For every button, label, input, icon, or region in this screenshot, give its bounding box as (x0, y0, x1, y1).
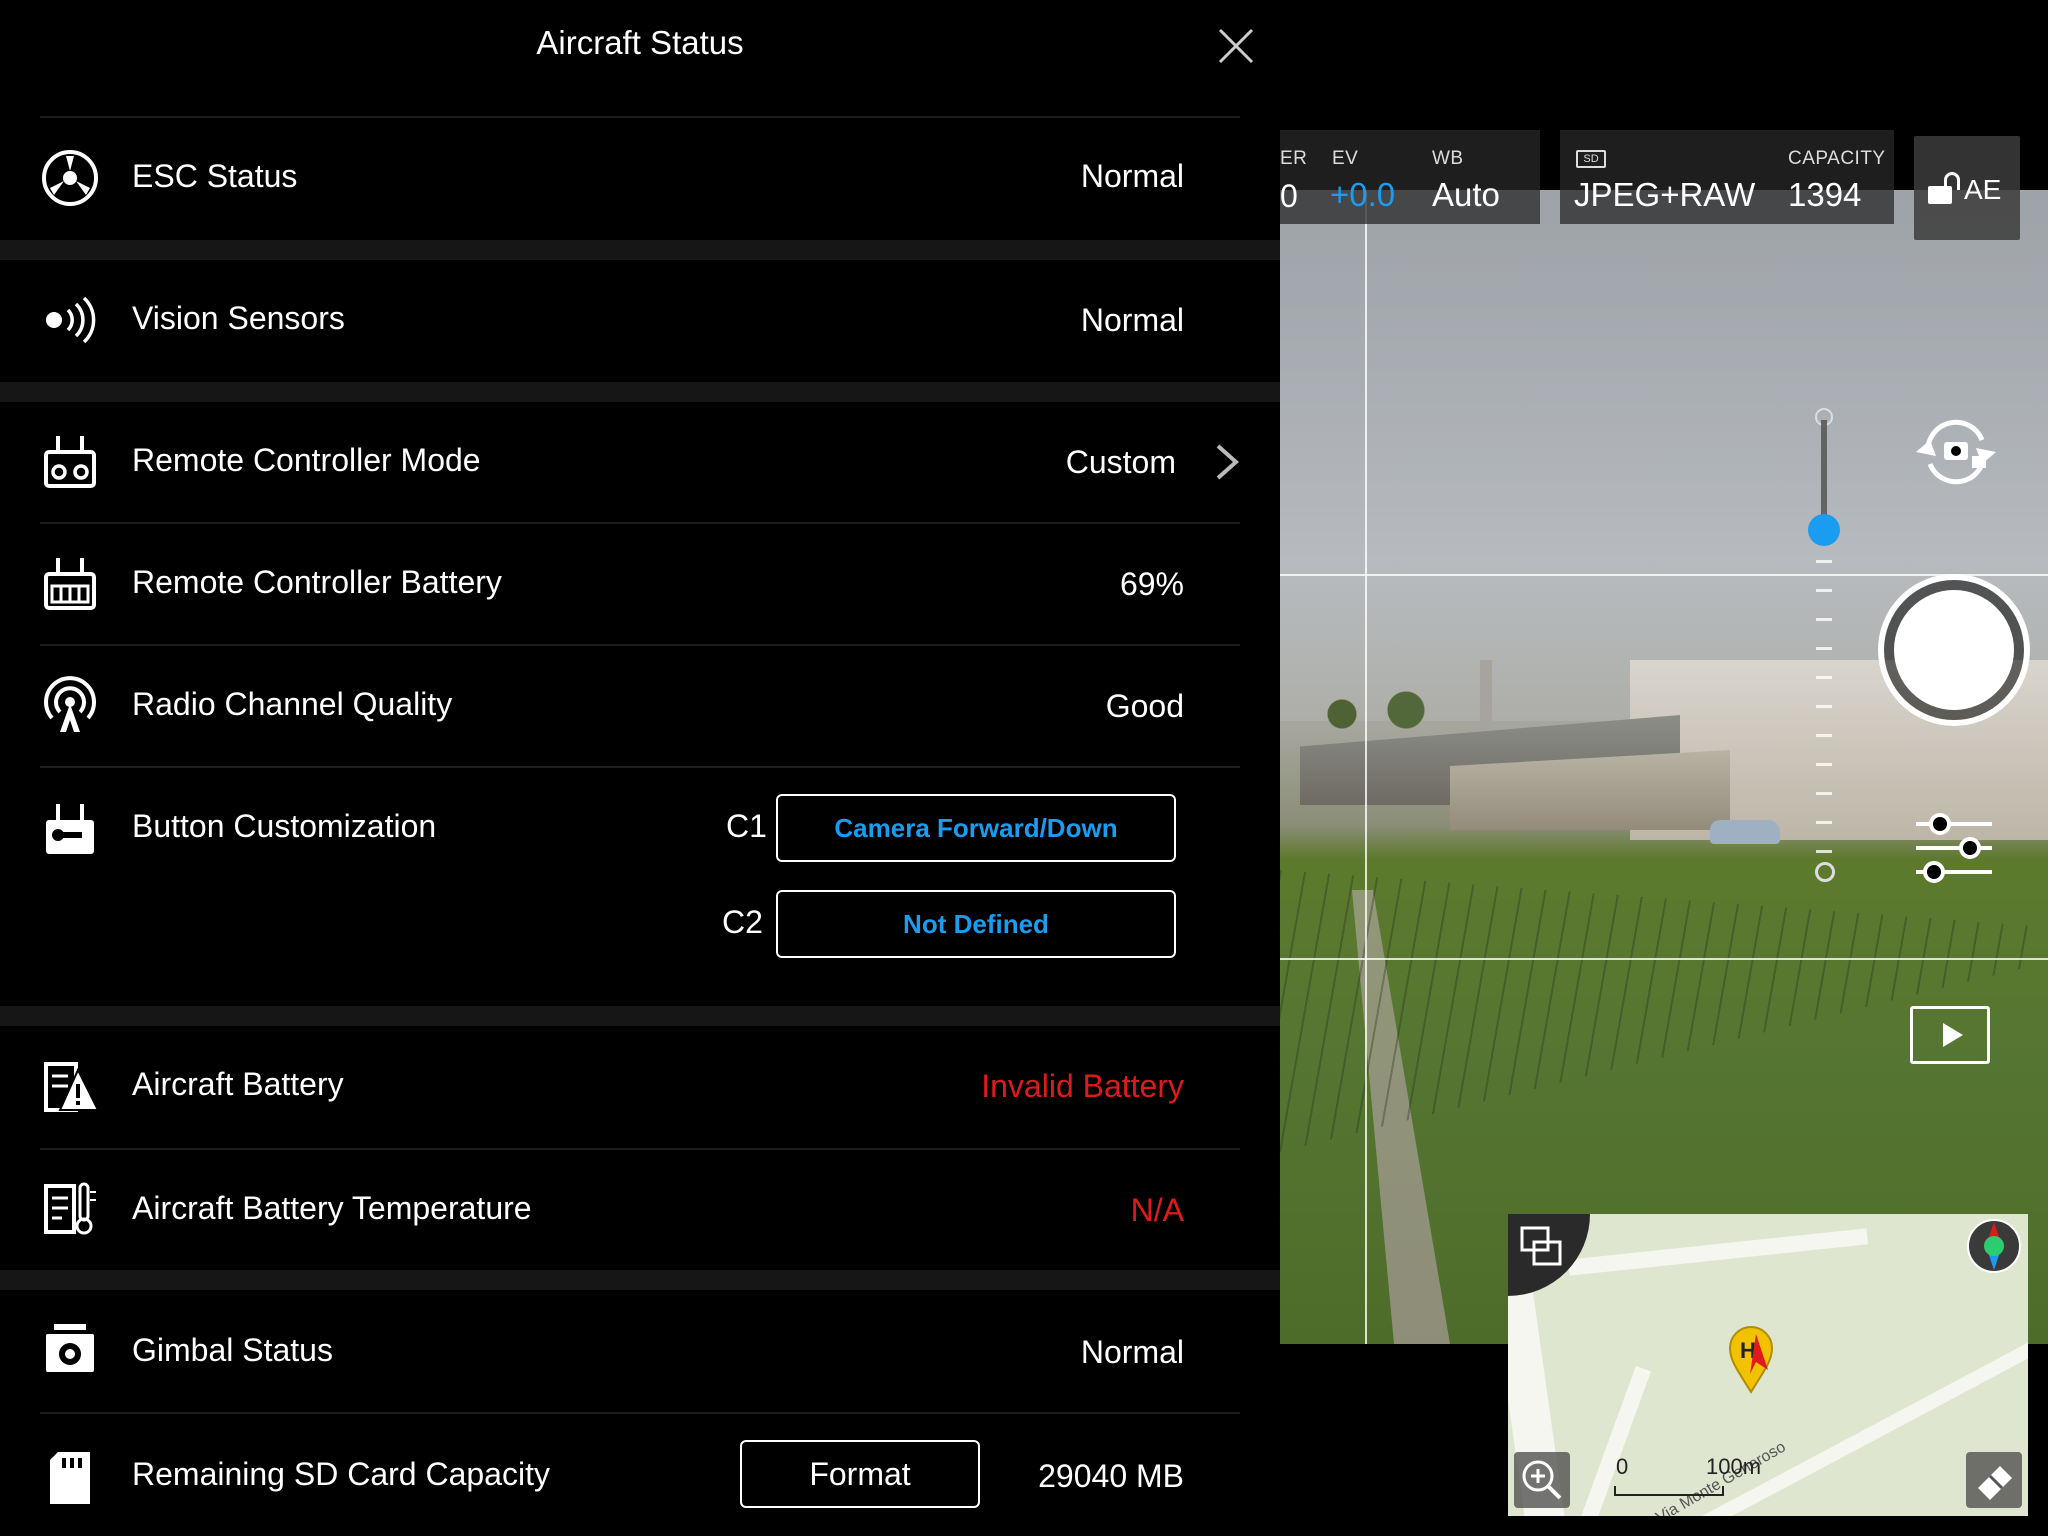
sd-card-row: Remaining SD Card Capacity 29040 MB (40, 1414, 1240, 1536)
sd-card-value: 29040 MB (1038, 1458, 1184, 1494)
rc-mode-value: Custom (1065, 444, 1176, 480)
settings-sliders-icon[interactable] (1912, 812, 1996, 884)
chevron-right-icon[interactable] (1214, 442, 1240, 482)
battery-temperature-value: N/A (1130, 1192, 1184, 1228)
shutter-button[interactable] (1878, 574, 2030, 726)
rc-battery-label: Remote Controller Battery (132, 564, 502, 600)
zoom-ticks (1816, 560, 1832, 860)
format-sd-button[interactable]: Format (740, 1440, 980, 1508)
sd-card-icon (50, 1452, 90, 1504)
car (1710, 820, 1780, 844)
vision-sensors-row: Vision Sensors Normal (40, 260, 1240, 382)
esc-icon (42, 150, 98, 206)
rc-battery-icon (44, 558, 96, 610)
section-divider (0, 1270, 1280, 1290)
close-icon[interactable] (1210, 20, 1262, 72)
shutter-label-partial: ER (1280, 148, 1308, 169)
map-scale-start: 0 (1616, 1454, 1629, 1479)
map-zoom-icon (1522, 1460, 1562, 1500)
aircraft-battery-value: Invalid Battery (981, 1068, 1184, 1104)
zoom-slider-handle[interactable] (1808, 514, 1840, 546)
section-divider (0, 1006, 1280, 1026)
map-road (1567, 1228, 1869, 1276)
sd-card-badge-icon: SD (1576, 150, 1606, 168)
gimbal-icon (46, 1324, 94, 1372)
sd-card-label: Remaining SD Card Capacity (132, 1456, 550, 1492)
trees (1310, 690, 1470, 730)
chimney (1480, 660, 1492, 730)
home-point-icon: H (1728, 1326, 1774, 1394)
expand-icon (1520, 1226, 1562, 1266)
wb-value[interactable]: Auto (1432, 176, 1500, 214)
eraser-icon (1978, 1466, 2012, 1500)
radio-signal-icon (44, 676, 96, 732)
exposure-param-bar[interactable] (1280, 130, 1540, 224)
map-expand-button[interactable] (1508, 1214, 1590, 1296)
live-camera-feed[interactable] (1280, 190, 2048, 1344)
vision-sensors-label: Vision Sensors (132, 300, 345, 336)
aircraft-battery-label: Aircraft Battery (132, 1066, 344, 1102)
photo-format-value[interactable]: JPEG+RAW (1574, 176, 1755, 214)
battery-temperature-label: Aircraft Battery Temperature (132, 1190, 532, 1226)
aircraft-status-panel: Aircraft Status ESC Status Normal Vision… (0, 0, 1280, 1536)
vision-sensor-icon (46, 296, 96, 344)
grid-line-horizontal-1 (1280, 574, 2048, 576)
c1-label: C1 (726, 808, 767, 844)
map-scale-bar (1614, 1486, 1724, 1496)
ev-value[interactable]: +0.0 (1330, 176, 1395, 214)
aircraft-battery-row: Aircraft Battery Invalid Battery (40, 1026, 1240, 1146)
map-scale-end: 100m (1706, 1454, 1762, 1479)
camera-switch-icon[interactable] (1908, 412, 2004, 492)
wb-label: WB (1432, 148, 1464, 169)
esc-status-value: Normal (1080, 158, 1184, 194)
battery-temperature-icon (44, 1182, 96, 1235)
radio-quality-label: Radio Channel Quality (132, 686, 453, 722)
ae-lock-button[interactable]: AE (1914, 136, 2020, 240)
aircraft-battery-icon (44, 1062, 100, 1112)
battery-temperature-row: Aircraft Battery Temperature N/A (40, 1150, 1240, 1270)
ev-label: EV (1332, 148, 1359, 169)
radio-quality-value: Good (1105, 688, 1184, 724)
c2-assignment-button[interactable]: Not Defined (776, 890, 1176, 958)
iso-value-partial: 0 (1280, 178, 1298, 214)
capacity-label: CAPACITY (1788, 148, 1886, 169)
compass-icon[interactable] (1964, 1216, 2024, 1276)
rc-mode-row[interactable]: Remote Controller Mode Custom (40, 402, 1240, 522)
gimbal-status-label: Gimbal Status (132, 1332, 333, 1368)
button-customization-label: Button Customization (132, 808, 437, 844)
vision-sensors-value: Normal (1080, 302, 1184, 338)
map-zoom-button[interactable] (1514, 1452, 1570, 1508)
section-divider (0, 240, 1280, 260)
lock-body (1928, 186, 1952, 204)
button-custom-icon (46, 804, 94, 854)
capacity-value: 1394 (1788, 176, 1862, 213)
zoom-bottom-stop (1815, 862, 1835, 882)
radio-quality-row: Radio Channel Quality Good (40, 646, 1240, 766)
c2-label: C2 (722, 904, 763, 940)
rc-battery-value: 69% (1119, 566, 1184, 602)
map-clear-button[interactable] (1966, 1452, 2022, 1508)
grid-line-vertical (1365, 190, 1367, 1344)
playback-button[interactable] (1910, 1006, 1990, 1064)
section-divider (0, 382, 1280, 402)
c1-assignment-button[interactable]: Camera Forward/Down (776, 794, 1176, 862)
gimbal-status-value: Normal (1080, 1334, 1184, 1370)
ae-label: AE (1964, 174, 2002, 205)
gimbal-status-row: Gimbal Status Normal (40, 1290, 1240, 1412)
grid-line-horizontal-2 (1280, 958, 2048, 960)
zoom-track (1821, 420, 1827, 520)
button-customization-row: Button Customization C1 Camera Forward/D… (40, 768, 1240, 1006)
esc-status-label: ESC Status (132, 158, 298, 194)
rc-battery-row: Remote Controller Battery 69% (40, 524, 1240, 644)
minimap[interactable]: Via Monte Generoso H 0 100m (1508, 1214, 2028, 1516)
rc-mode-label: Remote Controller Mode (132, 442, 481, 478)
panel-title: Aircraft Status (536, 24, 744, 61)
esc-status-row: ESC Status Normal (40, 118, 1240, 240)
remote-controller-icon (44, 436, 96, 488)
gimbal-zoom-slider[interactable] (1808, 408, 1840, 882)
